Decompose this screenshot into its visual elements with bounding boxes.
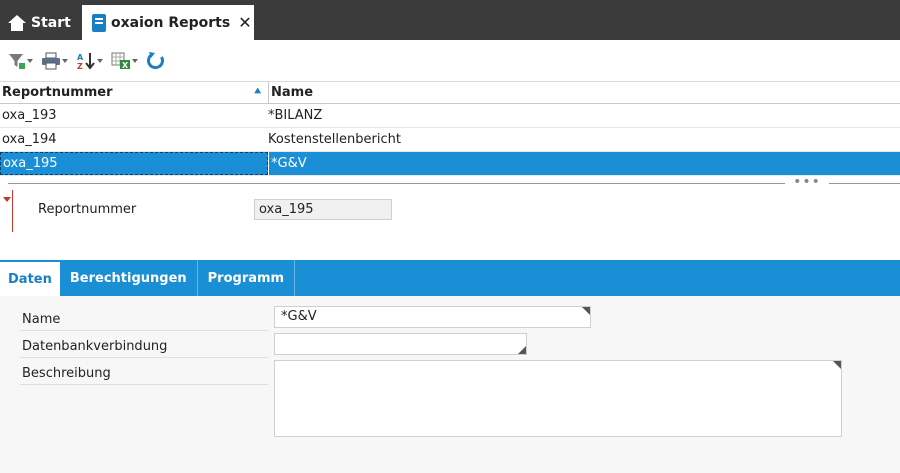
cell-reportnummer: oxa_194 bbox=[2, 132, 57, 147]
column-header-reportnummer[interactable]: Reportnummer ⯅ bbox=[0, 82, 268, 103]
field-corner-icon bbox=[833, 361, 841, 369]
home-icon bbox=[8, 14, 26, 31]
tab-berechtigungen[interactable]: Berechtigungen bbox=[60, 260, 198, 296]
cell-reportnummer: oxa_193 bbox=[2, 108, 57, 123]
sort-button[interactable]: A Z bbox=[74, 48, 105, 74]
svg-text:A: A bbox=[77, 53, 84, 62]
column-header-name[interactable]: Name bbox=[268, 82, 900, 103]
tab-oxaion-reports[interactable]: oxaion Reports ✕ bbox=[82, 5, 254, 40]
sort-ascending-icon: ⯅ bbox=[253, 85, 262, 98]
table-row[interactable]: oxa_194 Kostenstellenbericht bbox=[0, 128, 900, 152]
filter-dropdown-icon bbox=[27, 58, 33, 63]
tab-bar: Start oxaion Reports ✕ bbox=[0, 0, 900, 40]
beschreibung-textarea[interactable] bbox=[274, 360, 842, 437]
detail-reportnummer-field: oxa_195 bbox=[254, 199, 392, 220]
tab-start-label: Start bbox=[31, 14, 71, 31]
close-tab-icon[interactable]: ✕ bbox=[238, 13, 251, 32]
filter-icon bbox=[9, 53, 25, 69]
cell-reportnummer: oxa_195 bbox=[0, 152, 268, 175]
tab-reports-label: oxaion Reports bbox=[111, 14, 231, 31]
sort-az-icon: A Z bbox=[77, 52, 95, 71]
cell-name: Kostenstellenbericht bbox=[268, 132, 401, 147]
export-excel-button[interactable]: X bbox=[109, 48, 140, 74]
datenbankverbindung-label: Datenbankverbindung bbox=[20, 337, 268, 358]
cell-name: *G&V bbox=[268, 152, 900, 175]
datenbankverbindung-field[interactable] bbox=[274, 333, 527, 355]
printer-icon bbox=[42, 52, 60, 69]
export-dropdown-icon bbox=[132, 58, 138, 63]
report-book-icon bbox=[92, 13, 106, 32]
name-field[interactable]: *G&V bbox=[274, 306, 591, 328]
detail-marker-line bbox=[12, 190, 13, 232]
panel-splitter[interactable] bbox=[8, 183, 900, 184]
sort-dropdown-icon bbox=[97, 58, 103, 63]
refresh-icon bbox=[147, 51, 164, 69]
field-corner-icon bbox=[582, 307, 590, 315]
cell-name: *BILANZ bbox=[268, 108, 323, 123]
refresh-button[interactable] bbox=[144, 48, 168, 74]
print-button[interactable] bbox=[39, 48, 70, 74]
tab-start[interactable]: Start bbox=[0, 5, 78, 40]
svg-text:X: X bbox=[122, 61, 129, 70]
collapse-triangle-icon[interactable] bbox=[3, 197, 11, 202]
detail-reportnummer-label: Reportnummer bbox=[38, 202, 137, 217]
splitter-handle[interactable]: ••• bbox=[785, 175, 829, 190]
column-header-label: Name bbox=[271, 85, 314, 100]
filter-button[interactable] bbox=[6, 48, 35, 74]
name-label: Name bbox=[20, 310, 268, 331]
detail-tabstrip: Daten Berechtigungen Programm bbox=[0, 260, 900, 296]
tab-programm[interactable]: Programm bbox=[198, 260, 296, 296]
svg-text:Z: Z bbox=[77, 62, 83, 71]
column-header-label: Reportnummer bbox=[2, 85, 113, 100]
grid-header: Reportnummer ⯅ Name bbox=[0, 82, 900, 104]
table-row-selected[interactable]: oxa_195 *G&V bbox=[0, 152, 900, 176]
report-grid: Reportnummer ⯅ Name oxa_193 *BILANZ oxa_… bbox=[0, 82, 900, 176]
tab-daten[interactable]: Daten bbox=[0, 262, 60, 296]
toolbar: A Z X bbox=[0, 40, 900, 82]
daten-form: Name *G&V Datenbankverbindung Beschreibu… bbox=[0, 296, 900, 473]
beschreibung-label: Beschreibung bbox=[20, 364, 268, 385]
name-field-value: *G&V bbox=[281, 309, 317, 324]
excel-export-icon: X bbox=[111, 52, 130, 70]
table-row[interactable]: oxa_193 *BILANZ bbox=[0, 104, 900, 128]
print-dropdown-icon bbox=[62, 58, 68, 63]
dropdown-corner-icon bbox=[518, 346, 526, 354]
